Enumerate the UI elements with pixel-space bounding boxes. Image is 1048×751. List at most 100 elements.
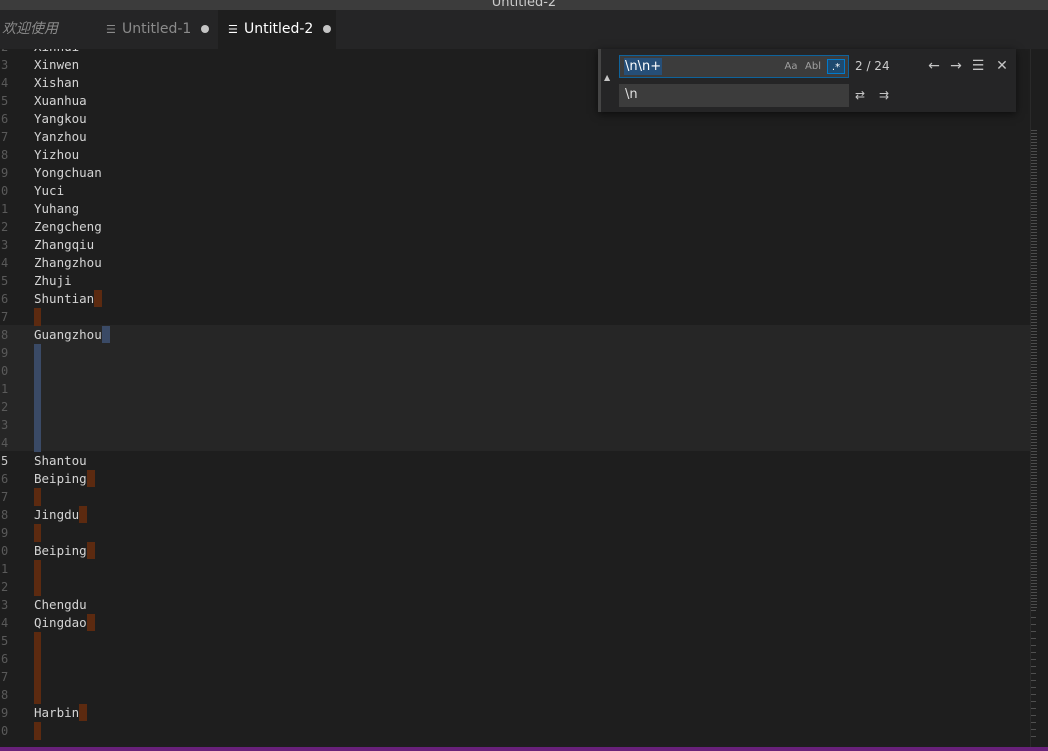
line-text-content: Harbin (34, 705, 80, 720)
editor-area[interactable]: 2 Xinhui 3 Xinwen 4 Xishan 5 Xuanhua 6 Yangkou 7 Ya… (0, 49, 1030, 747)
editor-line[interactable]: 5 Shantou (0, 452, 1030, 470)
line-text-content: Yizhou (34, 147, 80, 162)
line-number: 3 (1, 58, 9, 72)
line-number: 4 (1, 76, 9, 90)
editor-line[interactable]: 7 (0, 308, 1030, 326)
line-number: 7 (1, 670, 9, 684)
line-text-content: Shantou (34, 453, 87, 468)
editor-line[interactable]: 4 Qingdao (0, 614, 1030, 632)
line-text-content: Xishan (34, 75, 80, 90)
tab-untitled-2[interactable]: ☰ Untitled-2 (218, 10, 336, 49)
editor-line[interactable]: 9 Harbin (0, 704, 1030, 722)
line-text-content: Jingdu (34, 507, 80, 522)
line-number: 9 (1, 346, 9, 360)
editor-line[interactable]: 7 (0, 488, 1030, 506)
editor-line[interactable]: 5 Zhuji (0, 272, 1030, 290)
find-input[interactable]: \n\n+ Aa Abl .* (619, 55, 849, 78)
window-title: Untitled-2 (491, 0, 557, 10)
editor-line[interactable]: 1 (0, 380, 1030, 398)
editor-line[interactable]: 4 (0, 434, 1030, 452)
match-highlight (34, 722, 41, 740)
line-number: 3 (1, 598, 9, 612)
file-lines-icon: ☰ (228, 23, 238, 36)
line-number: 5 (1, 274, 9, 288)
editor-line[interactable]: 3 Chengdu (0, 596, 1030, 614)
line-text: Xinwen (34, 56, 79, 74)
match-highlight (34, 632, 41, 650)
editor-line[interactable]: 8 Guangzhou (0, 326, 1030, 344)
editor-line[interactable]: 4 Zhangzhou (0, 254, 1030, 272)
line-number: 2 (0, 49, 15, 56)
line-number: 6 (1, 112, 9, 126)
replace-input[interactable]: \n (619, 84, 849, 107)
line-number: 0 (1, 184, 9, 198)
match-highlight (86, 470, 95, 487)
line-number: 0 (1, 544, 9, 558)
line-text: Jingdu (34, 506, 88, 524)
line-text-content: Xinwen (34, 57, 80, 72)
line-number: 8 (1, 508, 9, 522)
editor-line[interactable]: 7 Yanzhou (0, 128, 1030, 146)
editor-line[interactable]: 2 (0, 398, 1030, 416)
editor-line[interactable]: 7 (0, 668, 1030, 686)
whole-word-toggle[interactable]: Abl (804, 59, 822, 74)
editor-line[interactable]: 2 Zengcheng (0, 218, 1030, 236)
file-lines-icon: ☰ (106, 23, 116, 36)
line-text: Beiping (34, 470, 95, 488)
line-number: 5 (1, 94, 9, 108)
tab-untitled-1[interactable]: ☰ Untitled-1 (96, 10, 212, 49)
line-number: 2 (1, 220, 9, 234)
line-number: 4 (1, 616, 9, 630)
editor-line[interactable]: 0 (0, 722, 1030, 740)
line-text: Guangzhou (34, 326, 110, 344)
line-text: Harbin (34, 704, 88, 722)
next-match-icon[interactable]: → (947, 57, 965, 75)
line-text: Yongchuan (34, 164, 102, 182)
editor-line[interactable]: 8 (0, 686, 1030, 704)
editor-line[interactable]: 1 (0, 560, 1030, 578)
tab-welcome[interactable]: 欢迎使用 (0, 10, 92, 49)
match-highlight (34, 668, 41, 686)
line-number: 0 (1, 724, 9, 738)
match-case-toggle[interactable]: Aa (782, 59, 800, 74)
tab-bar: 欢迎使用 ☰ Untitled-1 ☰ Untitled-2 (0, 10, 1048, 50)
match-highlight (86, 614, 95, 631)
editor-line[interactable]: 0 Yuci (0, 182, 1030, 200)
editor-line[interactable]: 6 (0, 650, 1030, 668)
find-replace-widget: ▲ \n\n+ Aa Abl .* 2 / 24 ← → ☰ ✕ \n ⇄ ⇉ (598, 49, 1016, 112)
editor-line[interactable]: 9 Yongchuan (0, 164, 1030, 182)
line-text-content: Zengcheng (34, 219, 102, 234)
replace-one-icon[interactable]: ⇄ (851, 86, 869, 104)
editor-line[interactable]: 8 Jingdu (0, 506, 1030, 524)
close-icon[interactable]: ✕ (993, 57, 1011, 75)
unsaved-dot-icon[interactable] (201, 25, 210, 33)
editor-line[interactable]: 6 Yangkou (0, 110, 1030, 128)
editor-line[interactable]: 1 Yuhang (0, 200, 1030, 218)
editor-line[interactable]: 0 (0, 362, 1030, 380)
editor-line[interactable]: 0 Beiping (0, 542, 1030, 560)
regex-toggle[interactable]: .* (827, 59, 845, 74)
match-highlight (34, 650, 41, 668)
line-text-content: Yongchuan (34, 165, 102, 180)
editor-line[interactable]: 8 Yizhou (0, 146, 1030, 164)
previous-match-icon[interactable]: ← (925, 57, 943, 75)
replace-all-icon[interactable]: ⇉ (875, 86, 893, 104)
editor-line[interactable]: 6 Shuntian (0, 290, 1030, 308)
unsaved-dot-icon[interactable] (323, 25, 332, 33)
editor-line[interactable]: 6 Beiping (0, 470, 1030, 488)
editor-line[interactable]: 3 Zhangqiu (0, 236, 1030, 254)
overview-ruler-matches-lower (1031, 610, 1036, 740)
editor-line[interactable]: 2 (0, 578, 1030, 596)
editor-line[interactable]: 5 (0, 632, 1030, 650)
line-number: 9 (1, 526, 9, 540)
toggle-replace-icon[interactable]: ▲ (604, 73, 610, 82)
match-highlight (79, 704, 88, 721)
find-in-selection-icon[interactable]: ☰ (969, 57, 987, 75)
line-number: 9 (1, 706, 9, 720)
line-text: Xishan (34, 74, 79, 92)
editor-line[interactable]: 9 (0, 344, 1030, 362)
match-highlight (34, 578, 41, 596)
editor-line[interactable]: 3 (0, 416, 1030, 434)
line-number: 4 (1, 436, 9, 450)
editor-line[interactable]: 9 (0, 524, 1030, 542)
